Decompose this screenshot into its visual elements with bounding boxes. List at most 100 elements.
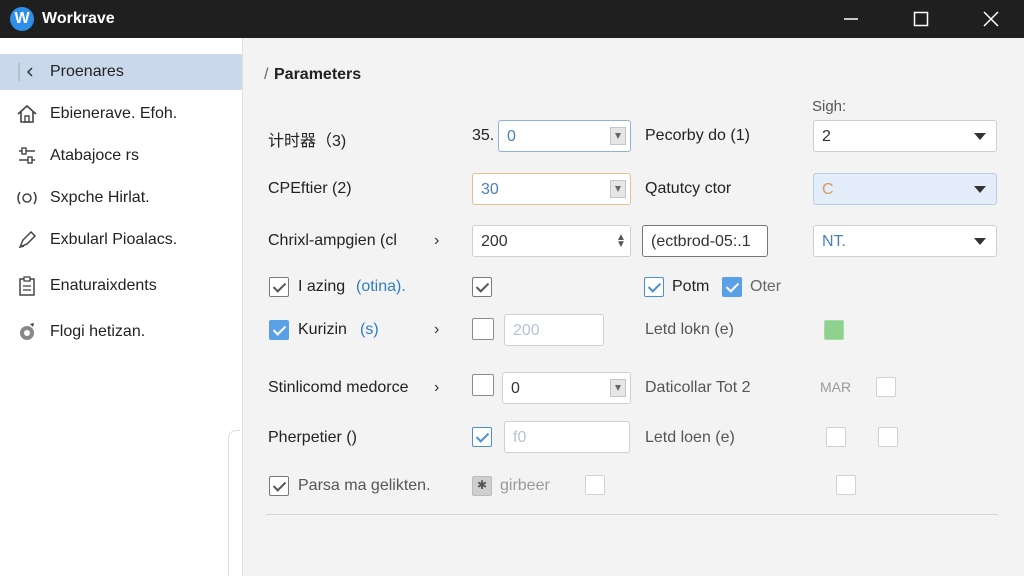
row2-value: 30 — [481, 181, 499, 198]
clipboard-icon — [16, 275, 38, 297]
divider — [266, 514, 998, 515]
sidebar-item-general[interactable]: Ebienerave. Efoh. — [0, 96, 242, 132]
pen-icon — [16, 229, 38, 251]
chevron-left-icon — [16, 61, 38, 83]
row8-checkbox-2[interactable] — [472, 476, 492, 496]
row4-checkbox[interactable] — [269, 277, 289, 297]
row1-value: 0 — [507, 128, 516, 145]
sidebar-item-sound[interactable]: Sxpche Hirlat. — [0, 180, 242, 216]
row3-field2-value: (ectbrod-05:.1 — [651, 233, 751, 250]
row7-checkbox-3[interactable] — [878, 427, 898, 447]
row1-prefix: 35. — [472, 127, 495, 144]
sidebar-item-label: Ebienerave. Efoh. — [50, 105, 178, 122]
gear-icon — [16, 321, 38, 343]
row6-label2: Daticollar Tot 2 — [645, 379, 751, 396]
sidebar: Proenares Ebienerave. Efoh. Atabajoce rs… — [0, 38, 243, 576]
minimize-button[interactable] — [828, 0, 874, 38]
row2-select[interactable]: C — [813, 173, 997, 205]
row1-spin-input[interactable]: 0 — [498, 120, 631, 152]
row7-checkbox-2[interactable] — [826, 427, 846, 447]
row7-value: f0 — [513, 429, 527, 446]
row3-label: Chrixl-ampgien (cl — [268, 232, 397, 249]
row3-select[interactable]: NT. — [813, 225, 997, 257]
home-icon — [16, 103, 38, 125]
row1-label2: Pecorby do (1) — [645, 127, 750, 144]
chevron-down-icon — [974, 186, 986, 193]
minimize-icon — [844, 18, 858, 20]
chevron-down-icon — [974, 133, 986, 140]
row6-label3: MAR — [820, 379, 852, 395]
sidebar-item-label: Exbularl Pioalacs. — [50, 231, 178, 248]
sidebar-item-students[interactable]: Enaturaixdents — [0, 268, 242, 304]
row3-number-input[interactable]: 200 ▲ ▼ — [472, 225, 631, 257]
row8-label2: girbeer — [500, 477, 550, 494]
sidebar-item-settings[interactable]: Flogi hetizan. — [0, 314, 242, 350]
app-title: Workrave — [42, 10, 115, 27]
row7-label: Pherpetier () — [268, 429, 357, 446]
row6-checkbox[interactable] — [472, 374, 494, 396]
title-bar: W Workrave — [0, 0, 1024, 38]
row8-checkbox-3[interactable] — [585, 475, 605, 495]
sidebar-scrollbar[interactable] — [228, 430, 240, 576]
row6-label: Stinlicomd medorce — [268, 379, 409, 396]
sidebar-item-label: Enaturaixdents — [50, 277, 157, 294]
spin-button[interactable] — [610, 379, 626, 397]
breadcrumb-slash: / — [264, 66, 269, 83]
row3-text-field[interactable]: (ectbrod-05:.1 — [642, 225, 768, 257]
row4-label3: Oter — [750, 278, 782, 295]
row5-input[interactable]: 200 — [504, 314, 604, 346]
row8-label: Parsa ma gelikten. — [298, 477, 431, 494]
row5-checkbox-2[interactable] — [472, 318, 494, 340]
sidebar-item-label: Atabajoce rs — [50, 147, 139, 164]
row4-checkbox-potm[interactable] — [644, 277, 664, 297]
row4-label2: Potm — [672, 278, 710, 295]
sidebar-item-label: Proenares — [50, 63, 124, 80]
chevron-right-icon[interactable]: › — [434, 232, 446, 249]
updown-icon: ▲ ▼ — [616, 232, 626, 250]
row1-label: 计时器（3) — [268, 133, 347, 150]
maximize-icon — [913, 11, 929, 27]
row2-label2: Qatutcy ctor — [645, 180, 732, 197]
row1-select[interactable]: 2 — [813, 120, 997, 152]
row6-checkbox-2[interactable] — [876, 377, 896, 397]
row6-spin-input[interactable]: 0 — [502, 372, 631, 404]
row6-value: 0 — [511, 380, 520, 397]
sidebar-item-label: Flogi hetizan. — [50, 323, 146, 340]
sidebar-item-plugins[interactable]: Exbularl Pioalacs. — [0, 222, 242, 258]
sidebar-item-adjustments[interactable]: Atabajoce rs — [0, 138, 242, 174]
sidebar-item-label: Sxpche Hirlat. — [50, 189, 150, 206]
row3-value: 200 — [481, 233, 508, 250]
row4-label: I azing — [298, 278, 346, 295]
row5-label2: Letd lokn (e) — [645, 321, 734, 338]
page-title: Parameters — [274, 66, 362, 83]
app-logo-icon: W — [10, 7, 34, 31]
row4-checkbox-2[interactable] — [472, 277, 492, 297]
chevron-right-icon[interactable]: › — [434, 321, 446, 338]
sliders-icon — [16, 145, 38, 167]
row2-select-value: C — [822, 181, 834, 198]
row7-input[interactable]: f0 — [504, 421, 630, 453]
row5-value: 200 — [513, 322, 540, 339]
row1-select-value: 2 — [822, 128, 831, 145]
row5-checkbox[interactable] — [269, 320, 289, 340]
row4-checkbox-oter[interactable] — [722, 277, 742, 297]
chevron-right-icon[interactable]: › — [434, 379, 446, 396]
maximize-button[interactable] — [898, 0, 944, 38]
sidebar-item-preferences[interactable]: Proenares — [0, 54, 242, 90]
row8-checkbox-4[interactable] — [836, 475, 856, 495]
row7-label2: Letd loen (e) — [645, 429, 735, 446]
row5-label: Kurizin — [298, 321, 347, 338]
row3-select-value: NT. — [822, 233, 846, 250]
column-header: Sigh: — [812, 98, 847, 115]
main-panel: / Parameters Sigh: 计时器（3) 35. 0 Pecorby … — [244, 38, 1024, 576]
chevron-down-icon — [974, 238, 986, 245]
close-button[interactable] — [968, 0, 1014, 38]
row5-status-checkbox[interactable] — [824, 320, 844, 340]
spin-button[interactable] — [610, 127, 626, 145]
spin-button[interactable] — [610, 180, 626, 198]
row7-checkbox[interactable] — [472, 427, 492, 447]
row2-spin-input[interactable]: 30 — [472, 173, 631, 205]
row2-label: CPEftier (2) — [268, 180, 352, 197]
close-icon — [983, 11, 999, 27]
row8-checkbox[interactable] — [269, 476, 289, 496]
